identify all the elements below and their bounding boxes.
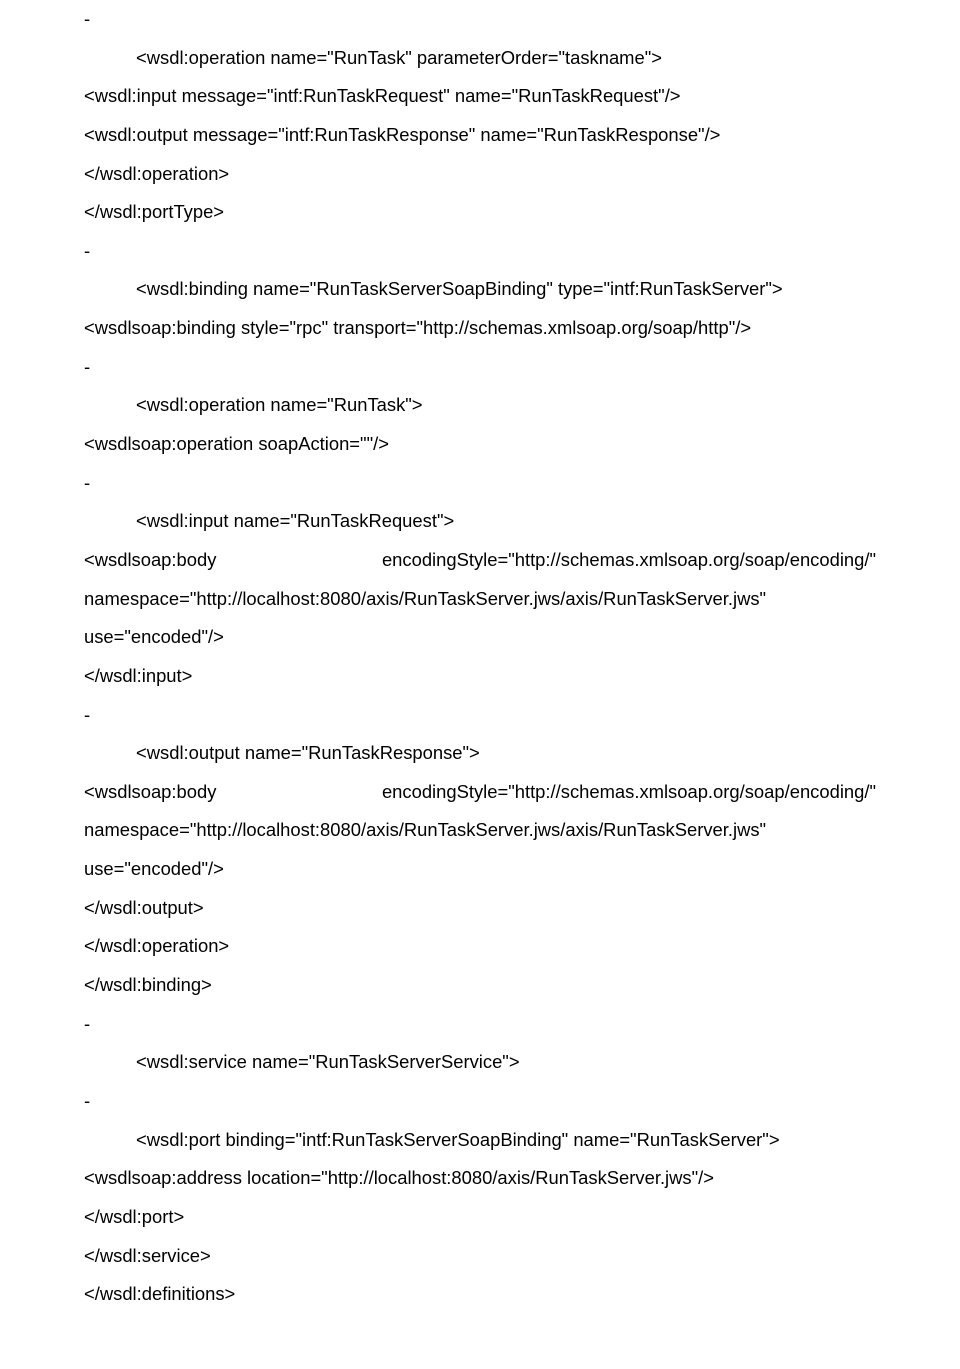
code-line: namespace="http://localhost:8080/axis/Ru… bbox=[84, 811, 876, 850]
code-line: </wsdl:output> bbox=[84, 889, 876, 928]
code-line: - bbox=[84, 0, 876, 39]
code-line: <wsdl:input message="intf:RunTaskRequest… bbox=[84, 77, 876, 116]
code-line: </wsdl:operation> bbox=[84, 927, 876, 966]
code-line: <wsdl:service name="RunTaskServerService… bbox=[84, 1043, 876, 1082]
code-line: - bbox=[84, 464, 876, 503]
code-line: </wsdl:portType> bbox=[84, 193, 876, 232]
code-segment: encodingStyle="http://schemas.xmlsoap.or… bbox=[382, 773, 876, 812]
code-line: <wsdlsoap:operation soapAction=""/> bbox=[84, 425, 876, 464]
code-segment: <wsdlsoap:body bbox=[84, 773, 216, 812]
code-line: <wsdl:operation name="RunTask"> bbox=[84, 386, 876, 425]
code-line: <wsdl:input name="RunTaskRequest"> bbox=[84, 502, 876, 541]
code-line: - bbox=[84, 232, 876, 271]
code-line: <wsdl:operation name="RunTask" parameter… bbox=[84, 39, 876, 78]
code-line: <wsdl:output name="RunTaskResponse"> bbox=[84, 734, 876, 773]
code-line: use="encoded"/> bbox=[84, 618, 876, 657]
code-line: </wsdl:port> bbox=[84, 1198, 876, 1237]
code-line: </wsdl:binding> bbox=[84, 966, 876, 1005]
code-line: </wsdl:service> bbox=[84, 1237, 876, 1276]
code-line: - bbox=[84, 348, 876, 387]
code-line: </wsdl:definitions> bbox=[84, 1275, 876, 1314]
code-line: <wsdl:output message="intf:RunTaskRespon… bbox=[84, 116, 876, 155]
code-line: <wsdlsoap:address location="http://local… bbox=[84, 1159, 876, 1198]
code-line: <wsdl:port binding="intf:RunTaskServerSo… bbox=[84, 1121, 876, 1160]
code-segment: <wsdlsoap:body bbox=[84, 541, 216, 580]
code-line: - bbox=[84, 1005, 876, 1044]
code-line: <wsdl:binding name="RunTaskServerSoapBin… bbox=[84, 270, 876, 309]
code-line: - bbox=[84, 696, 876, 735]
code-line: use="encoded"/> bbox=[84, 850, 876, 889]
code-line: <wsdlsoap:body encodingStyle="http://sch… bbox=[84, 773, 876, 812]
code-line: </wsdl:input> bbox=[84, 657, 876, 696]
code-segment: encodingStyle="http://schemas.xmlsoap.or… bbox=[382, 541, 876, 580]
code-line: </wsdl:operation> bbox=[84, 155, 876, 194]
code-line: namespace="http://localhost:8080/axis/Ru… bbox=[84, 580, 876, 619]
code-line: <wsdlsoap:binding style="rpc" transport=… bbox=[84, 309, 876, 348]
code-line: - bbox=[84, 1082, 876, 1121]
code-line: <wsdlsoap:body encodingStyle="http://sch… bbox=[84, 541, 876, 580]
